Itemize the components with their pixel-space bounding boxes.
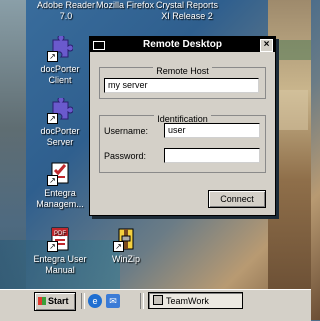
outlook-express-icon[interactable]: ✉ (106, 294, 120, 308)
close-icon[interactable]: × (260, 39, 273, 52)
internet-explorer-icon[interactable]: e (88, 294, 102, 308)
desktop-icon-label: Entegra (44, 188, 76, 198)
desktop-icon-label: Entegra User (33, 254, 87, 264)
puzzle-icon: ↗ (47, 96, 74, 124)
desktop-icon-firefox[interactable]: Mozilla Firefox (95, 0, 155, 11)
desktop-icon-label: WinZip (111, 254, 140, 264)
dialog-titlebar[interactable]: Remote Desktop × (90, 37, 275, 52)
username-label: Username: (104, 126, 149, 136)
start-label: Start (48, 296, 69, 306)
quicklaunch-separator (81, 293, 85, 309)
host-input[interactable]: my server (104, 78, 259, 93)
windows-logo-icon (38, 297, 46, 305)
shortcut-arrow-icon: ↗ (47, 241, 58, 252)
desktop-icon-label: docPorter (40, 126, 80, 136)
desktop-icon-label: Crystal Reports (155, 0, 218, 10)
desktop-icon-adobe-reader[interactable]: Adobe Reader 7.0 (36, 0, 96, 22)
desktop-icon-label: docPorter (40, 64, 80, 74)
winzip-icon: ↗ (113, 226, 139, 252)
puzzle-icon: ↗ (47, 34, 74, 62)
quicklaunch-separator (140, 293, 144, 309)
desktop-icon-entegra-management[interactable]: ↗ Entegra Managem... (28, 160, 92, 210)
shortcut-arrow-icon: ↗ (47, 51, 58, 62)
start-button[interactable]: Start (34, 292, 76, 311)
desktop-icon-label: Mozilla Firefox (95, 0, 154, 10)
desktop-icon-docporter-server[interactable]: ↗ docPorter Server (28, 96, 92, 148)
desktop-icon-entegra-user-manual[interactable]: PDF ↗ Entegra User Manual (28, 226, 92, 276)
window-menu-icon[interactable] (93, 41, 105, 50)
desktop-icon-crystal-reports[interactable]: Crystal Reports XI Release 2 (155, 0, 219, 22)
desktop-icon-label: 7.0 (59, 11, 73, 21)
remote-host-legend: Remote Host (153, 66, 212, 76)
window-icon (153, 295, 163, 305)
remote-desktop-dialog: Remote Desktop × Remote Host my server I… (89, 36, 276, 216)
shortcut-arrow-icon: ↗ (113, 241, 124, 252)
pdf-icon: PDF ↗ (47, 226, 73, 252)
password-label: Password: (104, 151, 147, 161)
connect-button[interactable]: Connect (208, 190, 266, 208)
dialog-title: Remote Desktop (143, 39, 222, 50)
shortcut-arrow-icon: ↗ (47, 113, 58, 124)
taskbar-item-teamwork[interactable]: TeamWork (148, 292, 243, 309)
username-field[interactable]: user (164, 123, 260, 138)
desktop-icon-label: XI Release 2 (161, 11, 213, 21)
desktop-icon-label: Adobe Reader (36, 0, 96, 10)
taskbar: Start e ✉ TeamWork (0, 289, 311, 321)
svg-text:PDF: PDF (54, 231, 66, 237)
desktop-icon-label: Client (48, 75, 72, 85)
password-field[interactable] (164, 148, 260, 163)
desktop-icon-label: Server (46, 137, 74, 147)
wallpaper-wall (278, 90, 308, 130)
desktop-icon-winzip[interactable]: ↗ WinZip (94, 226, 158, 265)
wallpaper-shutter (274, 40, 311, 60)
desktop-icon-docporter-client[interactable]: ↗ docPorter Client (28, 34, 92, 86)
shortcut-arrow-icon: ↗ (47, 175, 58, 186)
checklist-icon: ↗ (47, 160, 73, 186)
desktop-icon-label: Managem... (36, 199, 84, 209)
desktop-icon-label: Manual (45, 265, 75, 275)
taskbar-item-label: TeamWork (166, 296, 209, 306)
